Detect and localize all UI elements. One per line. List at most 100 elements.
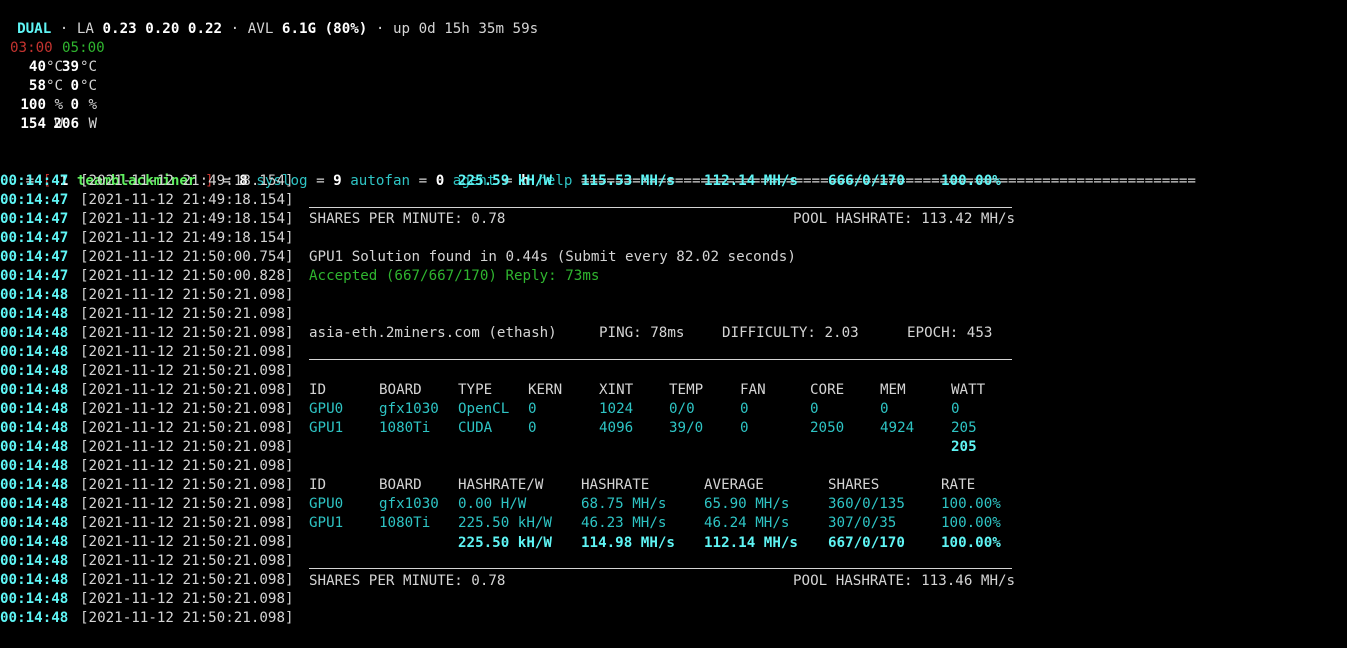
table-cell: 225.50 kH/W: [458, 515, 552, 531]
table-cell: GPU1: [309, 515, 344, 531]
pool-difficulty: DIFFICULTY: 2.03: [722, 325, 859, 341]
log-time: 00:14:48: [0, 515, 69, 531]
gpu1-unit: °C: [80, 59, 98, 75]
log-timestamp: [2021-11-12 21:50:21.098]: [80, 572, 294, 588]
shares-per-minute: SHARES PER MINUTE: 0.78: [309, 211, 506, 227]
log-timestamp: [2021-11-12 21:50:21.098]: [80, 306, 294, 322]
total-average: 112.14 MH/s: [704, 173, 798, 189]
log-timestamp: [2021-11-12 21:49:18.154]: [80, 192, 294, 208]
table-cell: 307/0/35: [828, 515, 897, 531]
log-timestamp: [2021-11-12 21:50:21.098]: [80, 553, 294, 569]
table-cell: GPU0: [309, 401, 344, 417]
log-time: 00:14:48: [0, 420, 69, 436]
column-header: KERN: [528, 382, 563, 398]
gpu1-bus-time: 05:00: [62, 40, 105, 56]
gpu1-unit: W: [80, 116, 98, 132]
table-cell: 205: [951, 420, 977, 436]
table-cell: gfx1030: [379, 496, 439, 512]
shares-per-minute-row-2: SHARES PER MINUTE: 0.78 POOL HASHRATE: 1…: [0, 572, 1015, 591]
menu-bar: = [ 1 teamblackminer ] = 8 syslog = 9 au…: [0, 153, 1196, 189]
log-timestamp: [2021-11-12 21:50:21.098]: [80, 496, 294, 512]
table-cell: 0: [880, 401, 889, 417]
table-cell: 39/0: [669, 420, 704, 436]
log-timestamp: [2021-11-12 21:50:21.098]: [80, 382, 294, 398]
pool-hashrate: POOL HASHRATE: 113.46 MH/s: [793, 573, 1016, 589]
log-timestamp: [2021-11-12 21:50:21.098]: [80, 534, 294, 550]
table-cell: GPU0: [309, 496, 344, 512]
header-separator: ·: [222, 21, 248, 37]
table-cell: 100.00%: [941, 496, 1001, 512]
log-timestamp: [2021-11-12 21:50:21.098]: [80, 458, 294, 474]
table-cell: 65.90 MH/s: [704, 496, 790, 512]
gpu-bus-times: 03:00 05:00: [0, 39, 105, 58]
available-memory-label: AVL: [247, 21, 282, 37]
column-header: BOARD: [379, 477, 422, 493]
log-timestamp: [2021-11-12 21:49:18.154]: [80, 211, 294, 227]
totals-row-2: 225.50 kH/W 114.98 MH/s 112.14 MH/s 667/…: [0, 534, 1001, 553]
solution-row: GPU1 Solution found in 0.44s (Submit eve…: [0, 248, 796, 267]
table-cell: 360/0/135: [828, 496, 905, 512]
log-timestamp: [2021-11-12 21:50:21.098]: [80, 344, 294, 360]
total-hashrate-per-watt: 225.50 kH/W: [458, 535, 552, 551]
total-shares: 666/0/170: [828, 173, 905, 189]
menu-item-0-key[interactable]: 0: [436, 173, 445, 189]
separator-rule: [309, 359, 1012, 360]
totals-row-1: 225.59 kH/W 115.53 MH/s 112.14 MH/s 666/…: [0, 172, 1001, 191]
table-cell: 0: [740, 401, 749, 417]
log-timestamp: [2021-11-12 21:50:21.098]: [80, 477, 294, 493]
total-rate: 100.00%: [941, 173, 1001, 189]
column-header: CORE: [810, 382, 845, 398]
table-cell: 1080Ti: [379, 515, 431, 531]
table-cell: OpenCL: [458, 401, 510, 417]
total-hashrate: 114.98 MH/s: [581, 535, 675, 551]
table-cell: 0: [810, 401, 819, 417]
header-separator: ·: [367, 21, 393, 37]
log-timestamp: [2021-11-12 21:50:21.098]: [80, 287, 294, 303]
log-timestamp: [2021-11-12 21:50:21.098]: [80, 363, 294, 379]
pool-epoch: EPOCH: 453: [907, 325, 993, 341]
log-timestamp: [2021-11-12 21:49:18.154]: [80, 230, 294, 246]
column-header: TEMP: [669, 382, 704, 398]
log-timestamp: [2021-11-12 21:50:21.098]: [80, 515, 294, 531]
uptime: up 0d 15h 35m 59s: [392, 21, 539, 37]
separator-rule: [309, 207, 1012, 208]
log-time: 00:14:48: [0, 439, 69, 455]
table-cell: 2050: [810, 420, 845, 436]
log-timestamp: [2021-11-12 21:50:00.828]: [80, 268, 294, 284]
table-cell: 0: [528, 420, 537, 436]
gpu0-bus-time: 03:00: [10, 40, 53, 56]
gpu1-value: 0: [70, 97, 79, 113]
pool-info-row: asia-eth.2miners.com (ethash) PING: 78ms…: [0, 324, 992, 343]
status-header: DUAL · LA 0.23 0.20 0.22 · AVL 6.1G (80%…: [0, 1, 538, 37]
accepted-row: Accepted (667/667/170) Reply: 73ms: [0, 267, 599, 286]
table-cell: 46.23 MH/s: [581, 515, 667, 531]
log-timestamp: [2021-11-12 21:50:21.098]: [80, 439, 294, 455]
log-timestamp: [2021-11-12 21:50:21.098]: [80, 610, 294, 626]
total-rate: 100.00%: [941, 535, 1001, 551]
table-cell: 46.24 MH/s: [704, 515, 790, 531]
total-shares: 667/0/170: [828, 535, 905, 551]
log-timestamp: [2021-11-12 21:50:21.098]: [80, 420, 294, 436]
column-header: RATE: [941, 477, 976, 493]
pool-host: asia-eth.2miners.com (ethash): [309, 325, 557, 341]
menu-item-9-key[interactable]: 9: [333, 173, 342, 189]
gpu1-unit: °C: [80, 78, 98, 94]
column-header: AVERAGE: [704, 477, 764, 493]
column-header: ID: [309, 477, 327, 493]
column-header: MEM: [880, 382, 906, 398]
menu-separator: =: [410, 173, 436, 189]
separator-rule: [309, 568, 1012, 569]
shares-per-minute: SHARES PER MINUTE: 0.78: [309, 573, 506, 589]
column-header: TYPE: [458, 382, 493, 398]
total-average: 112.14 MH/s: [704, 535, 798, 551]
accepted-message: Accepted (667/667/170) Reply: 73ms: [309, 268, 600, 284]
gpu1-unit: %: [80, 97, 98, 113]
table-cell: 0: [951, 401, 960, 417]
table-cell: CUDA: [458, 420, 493, 436]
table-cell: GPU1: [309, 420, 344, 436]
dual-label: DUAL: [17, 21, 52, 37]
column-header: WATT: [951, 382, 986, 398]
total-hashrate-per-watt: 225.59 kH/W: [458, 173, 552, 189]
menu-item-autofan[interactable]: autofan: [342, 173, 410, 189]
table-cell: 4924: [880, 420, 915, 436]
